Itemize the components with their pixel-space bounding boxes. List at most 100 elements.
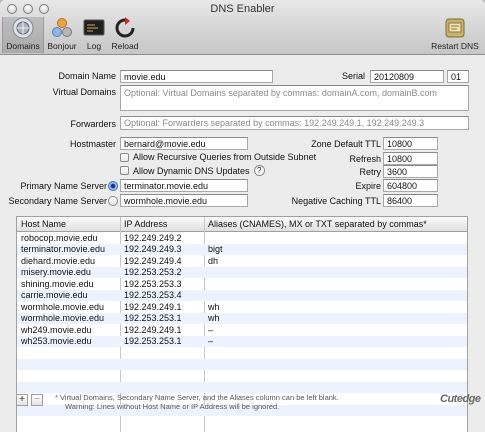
table-row[interactable]: wh249.movie.edu 192.249.249.1 –	[17, 324, 467, 336]
allow-dynamic-checkbox-row[interactable]: Allow Dynamic DNS Updates ?	[120, 165, 265, 176]
brand-logo: Cutedge	[440, 393, 481, 405]
host-name-cell[interactable]: wormhole.movie.edu	[21, 313, 104, 323]
footer-note-line2: Warning: Lines without Host Name or IP A…	[65, 402, 280, 411]
remove-row-button[interactable]: −	[31, 394, 43, 406]
toolbar-domains-button[interactable]: Domains	[2, 17, 44, 53]
toolbar-bonjour-label: Bonjour	[47, 41, 77, 51]
table-row[interactable]: wormhole.movie.edu 192.253.253.1 wh	[17, 312, 467, 324]
host-name-cell[interactable]: wh249.movie.edu	[21, 325, 92, 335]
hostmaster-label: Hostmaster	[69, 139, 116, 149]
table-row[interactable]: terminator.movie.edu 192.249.249.3 bigt	[17, 243, 467, 255]
allow-dynamic-label: Allow Dynamic DNS Updates	[133, 165, 250, 176]
table-row[interactable]: wh253.movie.edu 192.253.253.1 –	[17, 335, 467, 347]
header-host-name[interactable]: Host Name	[21, 219, 66, 229]
ip-address-cell[interactable]: 192.249.249.1	[124, 302, 182, 312]
negative-ttl-field[interactable]: 86400	[383, 194, 438, 207]
aliases-cell[interactable]: –	[208, 325, 213, 335]
primary-ns-radio[interactable]	[108, 181, 118, 191]
bonjour-icon	[50, 17, 74, 39]
allow-recursive-checkbox-row[interactable]: Allow Recursive Queries from Outside Sub…	[120, 152, 316, 162]
table-row[interactable]: wormhole.movie.edu 192.249.249.1 wh	[17, 301, 467, 313]
forwarders-field[interactable]: Optional: Forwarders separated by commas…	[120, 116, 469, 130]
aliases-cell[interactable]: wh	[208, 313, 220, 323]
aliases-cell[interactable]: dh	[208, 256, 218, 266]
host-name-cell[interactable]: diehard.movie.edu	[21, 256, 95, 266]
zone-ttl-label: Zone Default TTL	[311, 139, 381, 149]
virtual-domains-label: Virtual Domains	[52, 87, 116, 97]
host-name-cell[interactable]: terminator.movie.edu	[21, 244, 105, 254]
ip-address-cell[interactable]: 192.253.253.1	[124, 336, 182, 346]
header-ip-address[interactable]: IP Address	[124, 219, 167, 229]
host-name-cell[interactable]: wormhole.movie.edu	[21, 302, 104, 312]
table-row[interactable]: diehard.movie.edu 192.249.249.4 dh	[17, 255, 467, 267]
serial-suffix-field[interactable]: 01	[447, 70, 469, 83]
table-row[interactable]	[17, 358, 467, 370]
footer-note: * Virtual Domains, Secondary Name Server…	[55, 393, 339, 411]
globe-icon	[11, 17, 35, 39]
primary-ns-field[interactable]: terminator.movie.edu	[120, 179, 248, 192]
table-row[interactable]: misery.movie.edu 192.253.253.2	[17, 266, 467, 278]
refresh-field[interactable]: 10800	[383, 152, 438, 165]
ip-address-cell[interactable]: 192.253.253.4	[124, 290, 182, 300]
negative-ttl-label: Negative Caching TTL	[291, 196, 381, 206]
forwarders-label: Forwarders	[70, 119, 116, 129]
refresh-label: Refresh	[349, 154, 381, 164]
host-name-cell[interactable]: misery.movie.edu	[21, 267, 91, 277]
toolbar-restart-dns-label: Restart DNS	[431, 41, 479, 51]
reload-icon	[113, 17, 137, 39]
zone-ttl-field[interactable]: 10800	[383, 137, 438, 150]
table-row[interactable]	[17, 416, 467, 428]
toolbar-log-label: Log	[86, 41, 102, 51]
ip-address-cell[interactable]: 192.253.253.2	[124, 267, 182, 277]
secondary-ns-label: Secondary Name Server	[8, 196, 107, 206]
toolbar-log-button[interactable]: Log	[80, 17, 108, 53]
secondary-ns-field[interactable]: wormhole.movie.edu	[120, 194, 248, 207]
ip-address-cell[interactable]: 192.249.249.1	[124, 325, 182, 335]
ip-address-cell[interactable]: 192.249.249.2	[124, 233, 182, 243]
table-row[interactable]	[17, 381, 467, 393]
domain-name-field[interactable]: movie.edu	[120, 70, 273, 83]
expire-label: Expire	[355, 181, 381, 191]
primary-ns-label: Primary Name Server	[20, 181, 107, 191]
toolbar-bonjour-button[interactable]: Bonjour	[44, 17, 80, 53]
table-row[interactable]	[17, 370, 467, 382]
allow-dynamic-checkbox[interactable]	[120, 166, 129, 175]
retry-label: Retry	[359, 167, 381, 177]
ip-address-cell[interactable]: 192.249.249.3	[124, 244, 182, 254]
ip-address-cell[interactable]: 192.249.249.4	[124, 256, 182, 266]
serial-field[interactable]: 20120809	[370, 70, 444, 83]
table-header: Host Name IP Address Aliases (CNAMES), M…	[17, 217, 467, 232]
host-name-cell[interactable]: wh253.movie.edu	[21, 336, 92, 346]
serial-label: Serial	[341, 71, 365, 81]
domain-name-label: Domain Name	[58, 71, 116, 81]
host-name-cell[interactable]: carrie.movie.edu	[21, 290, 88, 300]
help-icon[interactable]: ?	[253, 165, 265, 176]
host-name-cell[interactable]: shining.movie.edu	[21, 279, 94, 289]
hostmaster-field[interactable]: bernard@movie.edu	[120, 137, 248, 150]
toolbar-restart-dns-button[interactable]: Restart DNS	[428, 17, 482, 53]
retry-field[interactable]: 3600	[383, 165, 438, 178]
table-row[interactable]: shining.movie.edu 192.253.253.3	[17, 278, 467, 290]
titlebar: DNS Enabler Domains Bonjour Log Reload R…	[0, 0, 485, 55]
aliases-cell[interactable]: bigt	[208, 244, 223, 254]
domain-settings-panel: Domain Name movie.edu Serial 20120809 01…	[0, 55, 485, 432]
header-aliases[interactable]: Aliases (CNAMES), MX or TXT separated by…	[208, 219, 427, 229]
allow-recursive-checkbox[interactable]	[120, 152, 129, 162]
ip-address-cell[interactable]: 192.253.253.3	[124, 279, 182, 289]
expire-field[interactable]: 604800	[383, 179, 438, 192]
host-name-cell[interactable]: robocop.movie.edu	[21, 233, 98, 243]
add-row-button[interactable]: +	[16, 394, 28, 406]
table-row[interactable]	[17, 347, 467, 359]
aliases-cell[interactable]: –	[208, 336, 213, 346]
toolbar-reload-button[interactable]: Reload	[108, 17, 142, 53]
console-icon	[82, 17, 106, 39]
virtual-domains-field[interactable]: Optional: Virtual Domains separated by c…	[120, 85, 469, 111]
table-row[interactable]: carrie.movie.edu 192.253.253.4	[17, 289, 467, 301]
table-row[interactable]: robocop.movie.edu 192.249.249.2	[17, 232, 467, 244]
allow-recursive-label: Allow Recursive Queries from Outside Sub…	[133, 152, 317, 162]
toolbar-domains-label: Domains	[6, 41, 40, 51]
window-title: DNS Enabler	[210, 3, 275, 15]
ip-address-cell[interactable]: 192.253.253.1	[124, 313, 182, 323]
secondary-ns-radio[interactable]	[108, 196, 118, 206]
aliases-cell[interactable]: wh	[208, 302, 220, 312]
